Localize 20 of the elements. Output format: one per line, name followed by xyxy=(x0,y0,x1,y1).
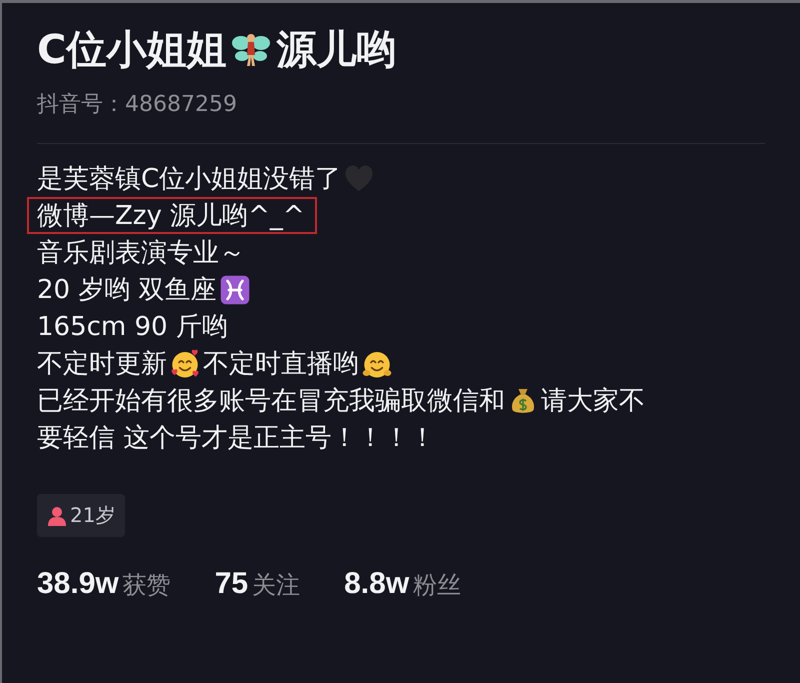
bio-text: 是芙蓉镇C位小姐姐没错了 xyxy=(37,163,342,196)
bio-text: 不定时更新 xyxy=(37,348,167,381)
pisces-icon xyxy=(220,274,250,304)
stat-count: 8.8w粉丝 xyxy=(344,567,462,601)
stat-count: 75 关注 xyxy=(214,567,300,601)
profile-name: C位小姐姐 xyxy=(37,26,226,74)
smiling-face-icon xyxy=(170,348,200,378)
age-text: 21岁 xyxy=(70,502,116,529)
bio-text: 音乐剧表演专业～ xyxy=(37,237,245,270)
bio-text: 已经开始有很多账号在冒充我骗取微信和 xyxy=(37,385,505,418)
bio-text: 20 岁哟 双鱼座 xyxy=(37,274,217,307)
bio-text: 不定时直播哟 xyxy=(203,348,359,381)
user-id: 抖音号：48687259 xyxy=(37,91,238,119)
profile-name: 源儿哟 xyxy=(276,26,396,74)
bio-text: 微博—Zzy 源儿哟^_^ xyxy=(37,200,305,233)
stat-count: 38.9w获赞 xyxy=(37,567,171,601)
person-icon xyxy=(47,506,67,526)
bio-text: 要轻信 这个号才是正主号！！！！ xyxy=(37,422,436,455)
bio-text: 165cm 90 斤哟 xyxy=(37,311,228,344)
bio-text: 请大家不 xyxy=(541,385,645,418)
